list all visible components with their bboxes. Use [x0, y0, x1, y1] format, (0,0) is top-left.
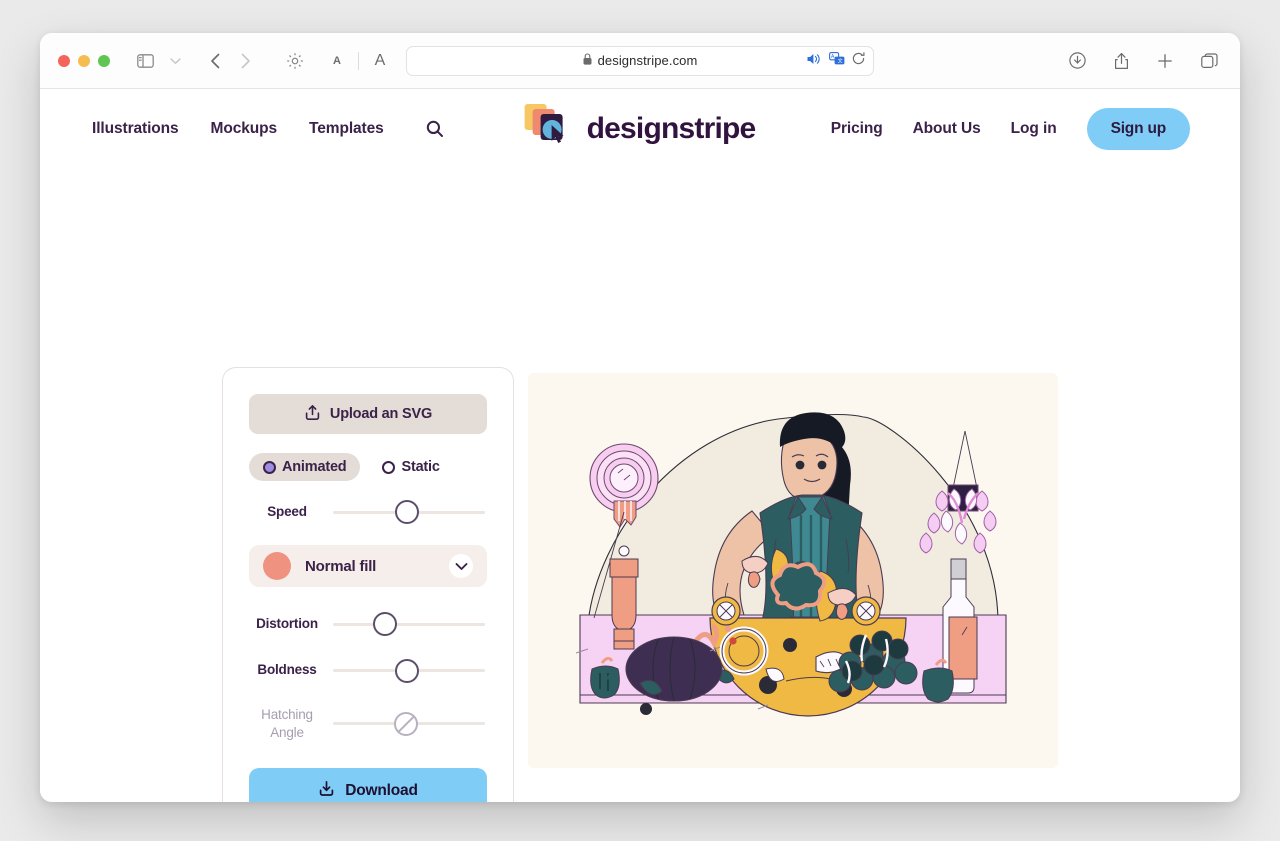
new-tab-icon[interactable] [1152, 48, 1178, 74]
preview-illustration-svg [528, 373, 1058, 768]
nav-link-mockups[interactable]: Mockups [211, 120, 278, 138]
back-icon[interactable] [202, 48, 228, 74]
forward-icon[interactable] [232, 48, 258, 74]
tab-overview-icon[interactable] [1196, 48, 1222, 74]
radio-unselected-icon [382, 460, 396, 474]
address-bar-actions[interactable]: A 文 [807, 51, 865, 70]
slider-distortion: Distortion [249, 612, 487, 637]
chevron-down-icon[interactable] [162, 48, 188, 74]
slider-hatching-angle-track [333, 711, 485, 736]
address-bar[interactable]: designstripe.com A 文 [406, 45, 874, 76]
navigation-controls: A A [132, 48, 437, 74]
slider-distortion-knob[interactable] [372, 612, 397, 637]
text-small-icon[interactable]: A [324, 48, 350, 74]
audio-icon[interactable] [807, 52, 822, 70]
upload-svg-button[interactable]: Upload an SVG [249, 394, 487, 434]
upload-svg-label: Upload an SVG [329, 406, 433, 422]
fill-color-swatch [263, 552, 291, 581]
radio-selected-icon [263, 460, 276, 474]
share-icon[interactable] [1108, 48, 1134, 74]
site-navbar: Illustrations Mockups Templates designst… [40, 89, 1240, 169]
slider-speed-track[interactable] [333, 500, 485, 525]
pepper-grinder [609, 545, 639, 650]
window-controls[interactable] [58, 54, 110, 67]
brand-name: designstripe [586, 112, 757, 145]
slider-boldness-label: Boldness [257, 662, 317, 678]
mode-option-static[interactable]: Static [368, 453, 453, 481]
download-label: Download [345, 781, 418, 799]
nav-link-about-us[interactable]: About Us [913, 120, 981, 138]
url-text: designstripe.com [597, 53, 698, 68]
brand-logo[interactable]: designstripe [524, 104, 757, 154]
browser-window: A A designstripe.com A 文 Illustrations M… [40, 33, 1240, 802]
designstripe-logo-icon [524, 104, 573, 154]
nav-link-illustrations[interactable]: Illustrations [92, 120, 179, 138]
minimize-window-button[interactable] [78, 54, 90, 67]
secondary-nav-links: Pricing About Us Log in Sign up [831, 108, 1190, 150]
desktop-background: A A designstripe.com A 文 Illustrations M… [0, 0, 1280, 841]
slider-distortion-label: Distortion [256, 616, 318, 632]
slider-boldness-knob[interactable] [395, 658, 420, 683]
sign-up-button[interactable]: Sign up [1086, 108, 1190, 150]
fill-style-label: Normal fill [305, 557, 377, 575]
mode-option-animated[interactable]: Animated [249, 453, 361, 481]
upload-icon [304, 404, 321, 425]
slider-speed: Speed [249, 500, 487, 525]
translate-icon[interactable]: A 文 [829, 51, 845, 70]
mode-animated-label: Animated [282, 459, 347, 475]
svg-controls-panel: Upload an SVG Animated Static Speed Norm… [222, 367, 514, 802]
maximize-window-button[interactable] [98, 54, 110, 67]
chevron-down-icon[interactable] [449, 554, 473, 579]
reload-icon[interactable] [852, 51, 865, 70]
cursor-arrow-icon [551, 125, 564, 143]
search-icon[interactable] [424, 118, 446, 140]
download-button[interactable]: Download [249, 768, 487, 802]
mode-static-label: Static [401, 459, 440, 475]
fill-style-dropdown[interactable]: Normal fill [249, 545, 487, 588]
nav-link-log-in[interactable]: Log in [1011, 120, 1057, 138]
close-window-button[interactable] [58, 54, 70, 67]
slider-hatching-angle-knob [393, 711, 418, 736]
gear-icon[interactable] [282, 48, 308, 74]
nav-link-templates[interactable]: Templates [309, 120, 384, 138]
primary-nav-links: Illustrations Mockups Templates [92, 118, 446, 140]
downloads-icon[interactable] [1064, 48, 1090, 74]
slider-boldness: Boldness [249, 658, 487, 683]
illustration-preview[interactable] [528, 373, 1058, 768]
lock-icon [583, 52, 592, 70]
slider-hatching-angle: Hatching Angle [249, 706, 487, 742]
browser-titlebar: A A designstripe.com A 文 [40, 33, 1240, 89]
toolbar-divider [358, 51, 359, 70]
page-content: Illustrations Mockups Templates designst… [40, 89, 1240, 802]
mode-selector: Animated Static [249, 453, 487, 481]
slider-hatching-angle-label: Hatching Angle [261, 706, 313, 740]
slider-speed-knob[interactable] [395, 500, 420, 525]
browser-toolbar-right [1064, 48, 1222, 74]
slider-boldness-track[interactable] [333, 658, 485, 683]
text-large-icon[interactable]: A [367, 48, 393, 74]
nav-link-pricing[interactable]: Pricing [831, 120, 883, 138]
sidebar-icon[interactable] [132, 48, 158, 74]
slider-distortion-track[interactable] [333, 612, 485, 637]
slider-speed-label: Speed [267, 504, 307, 519]
svg-text:文: 文 [838, 57, 843, 64]
download-icon [318, 780, 335, 802]
